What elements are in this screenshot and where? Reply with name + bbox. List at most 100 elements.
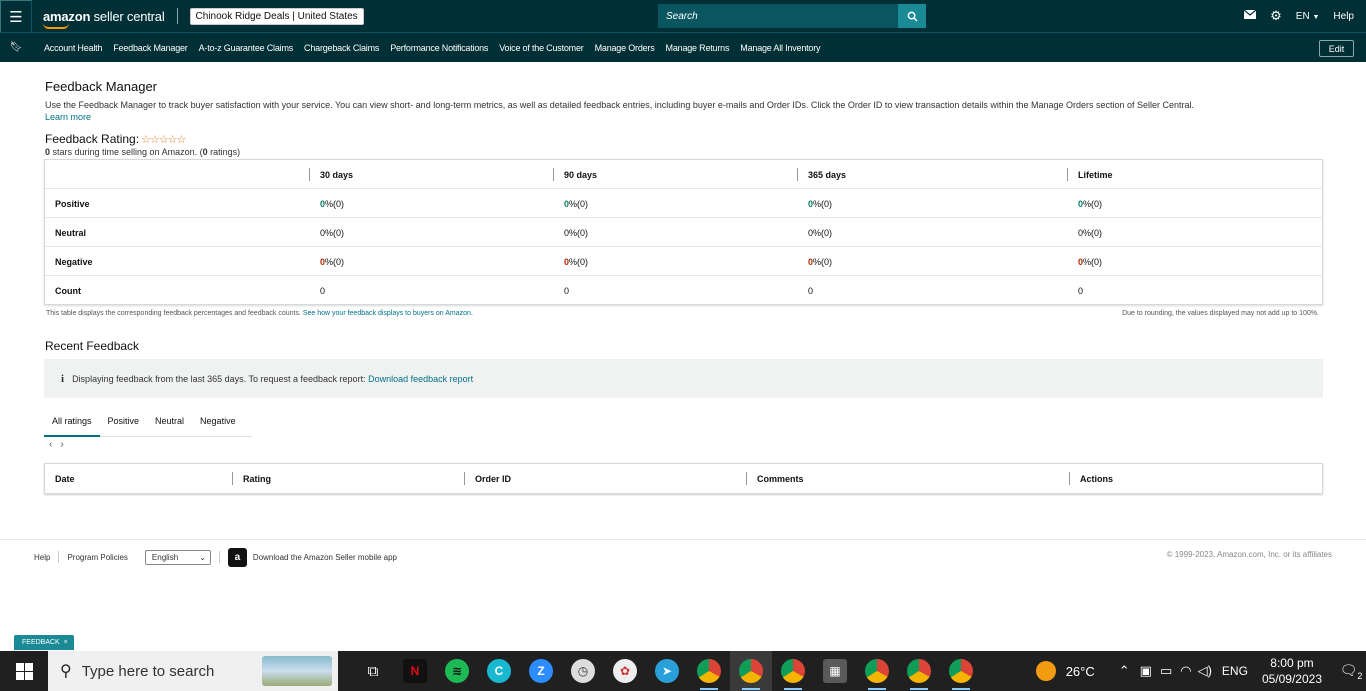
metric-cell: 0 [1078,285,1084,296]
taskbar-search[interactable]: ⚲ Type here to search [48,651,338,691]
hamburger-menu-icon[interactable]: ☰ [0,0,32,32]
pager: ‹› [49,439,72,450]
search-input[interactable] [658,4,898,28]
zoom-icon[interactable]: Z [520,651,562,691]
canva-icon[interactable]: C [478,651,520,691]
calculator-icon[interactable]: ▦ [814,651,856,691]
learn-more-link[interactable]: Learn more [45,112,91,122]
rating-title: Feedback Rating: [45,132,140,146]
feedback-tab-label: FEEDBACK [22,639,60,646]
metric-cell: 0 % (0) [808,256,833,267]
metrics-row-count: Count 0 0 0 0 [45,276,1322,305]
task-view-icon[interactable]: ⧉ [352,651,394,691]
tab-all-ratings[interactable]: All ratings [44,410,100,437]
metric-cell: 0 % (0) [1078,227,1103,238]
weather-icon[interactable] [1035,661,1056,681]
metric-cell: 0 % (0) [1078,256,1103,267]
chrome-profile-1-icon[interactable] [688,651,730,691]
nav-chargeback-claims[interactable]: Chargeback Claims [304,43,379,53]
col-rating[interactable]: Rating [232,464,271,493]
metrics-header-row: 30 days 90 days 365 days Lifetime [45,160,1322,189]
input-language[interactable]: ENG [1222,664,1248,678]
bookmark-icon[interactable]: 🔖︎ [0,42,32,53]
next-page-icon[interactable]: › [60,439,71,450]
volume-icon[interactable]: ◁) [1198,663,1212,679]
nav-manage-returns[interactable]: Manage Returns [666,43,730,53]
col-date[interactable]: Date [55,464,75,493]
nav-feedback-manager[interactable]: Feedback Manager [113,43,188,53]
mail-icon[interactable] [1243,9,1257,22]
store-selector[interactable]: Chinook Ridge Deals | United States [189,7,364,25]
feedback-metrics-table: 30 days 90 days 365 days Lifetime Positi… [44,159,1323,305]
close-icon[interactable]: × [64,639,68,646]
col-header-365-days: 365 days [797,160,846,189]
col-comments[interactable]: Comments [746,464,804,493]
recent-feedback-heading: Recent Feedback [45,339,140,353]
system-tray: 26°C ⌃ ▣ ▭ ◠ ◁) ENG 8:00 pm 05/09/2023 🗨… [1035,651,1366,691]
footer-divider [0,539,1366,540]
feedback-widget-tab[interactable]: FEEDBACK × [14,635,74,650]
brand-divider [176,8,178,24]
nav-voice-of-customer[interactable]: Voice of the Customer [499,43,584,53]
col-header-lifetime: Lifetime [1067,160,1113,189]
gear-icon[interactable]: ⚙ [1270,8,1282,24]
program-policies-link[interactable]: Program Policies [67,553,127,562]
download-report-link[interactable]: Download feedback report [368,374,473,384]
battery-icon[interactable]: ▭ [1160,663,1172,679]
netflix-icon[interactable]: N [394,651,436,691]
buyer-display-link[interactable]: See how your feedback displays to buyers… [303,310,473,317]
help-link[interactable]: Help [1333,11,1354,22]
chrome-profile-m-icon[interactable] [730,651,772,691]
language-selector[interactable]: EN ▼ [1296,11,1320,22]
nav-manage-inventory[interactable]: Manage All Inventory [740,43,820,53]
chevron-down-icon: ⌄ [199,552,206,562]
clock-time: 8:00 pm [1270,656,1314,670]
footer: Help Program Policies English ⌄ a Downloa… [34,547,397,567]
download-app-link[interactable]: Download the Amazon Seller mobile app [253,553,397,562]
metric-cell: 0 % (0) [320,256,345,267]
metrics-row-neutral: Neutral 0 % (0) 0 % (0) 0 % (0) 0 % (0) [45,218,1322,247]
amazon-app-icon[interactable]: a [227,547,247,567]
edit-bookmarks-button[interactable]: Edit [1319,40,1354,57]
windows-taskbar: ⚲ Type here to search ⧉ N ≋ C Z ◷ ✿ ➤ ▦ … [0,651,1366,691]
language-select[interactable]: English ⌄ [144,549,211,565]
tab-positive[interactable]: Positive [100,410,148,437]
row-label: Positive [55,198,90,209]
chrome-profile-s-icon[interactable] [856,651,898,691]
wifi-icon[interactable]: ◠ [1180,663,1191,679]
col-actions[interactable]: Actions [1069,464,1113,493]
chrome-profile-l-icon[interactable] [772,651,814,691]
meet-icon[interactable]: ▣ [1140,663,1152,679]
footer-help-link[interactable]: Help [34,553,50,562]
brand-sub: seller central [93,8,165,24]
search-icon[interactable] [898,4,926,28]
paint-app-icon[interactable]: ✿ [604,651,646,691]
nav-atoz-claims[interactable]: A-to-z Guarantee Claims [199,43,294,53]
metric-cell: 0 % (0) [564,256,589,267]
metrics-note-text: This table displays the corresponding fe… [46,310,301,317]
nav-account-health[interactable]: Account Health [44,43,102,53]
clock-app-icon[interactable]: ◷ [562,651,604,691]
windows-start-icon[interactable] [0,651,48,691]
spotify-icon[interactable]: ≋ [436,651,478,691]
metric-cell: 0 % (0) [564,198,589,209]
row-label: Neutral [55,227,87,238]
col-order-id[interactable]: Order ID [464,464,511,493]
row-label: Count [55,285,81,296]
temperature[interactable]: 26°C [1066,664,1095,679]
tab-neutral[interactable]: Neutral [147,410,192,437]
nav-performance-notifications[interactable]: Performance Notifications [390,43,488,53]
metrics-note: This table displays the corresponding fe… [46,310,473,317]
tab-negative[interactable]: Negative [192,410,244,437]
chevron-up-icon[interactable]: ⌃ [1119,663,1130,679]
prev-page-icon[interactable]: ‹ [49,439,60,450]
search-bar [658,4,926,28]
seller-central-logo[interactable]: amazon seller central [43,8,165,29]
nav-manage-orders[interactable]: Manage Orders [595,43,655,53]
telegram-icon[interactable]: ➤ [646,651,688,691]
chrome-profile-r-icon[interactable] [898,651,940,691]
rating-filter-tabs: All ratings Positive Neutral Negative [44,410,252,437]
chrome-profile-2-icon[interactable] [940,651,982,691]
notification-icon[interactable]: 🗨︎2 [1336,662,1366,681]
clock[interactable]: 8:00 pm 05/09/2023 [1262,655,1322,687]
